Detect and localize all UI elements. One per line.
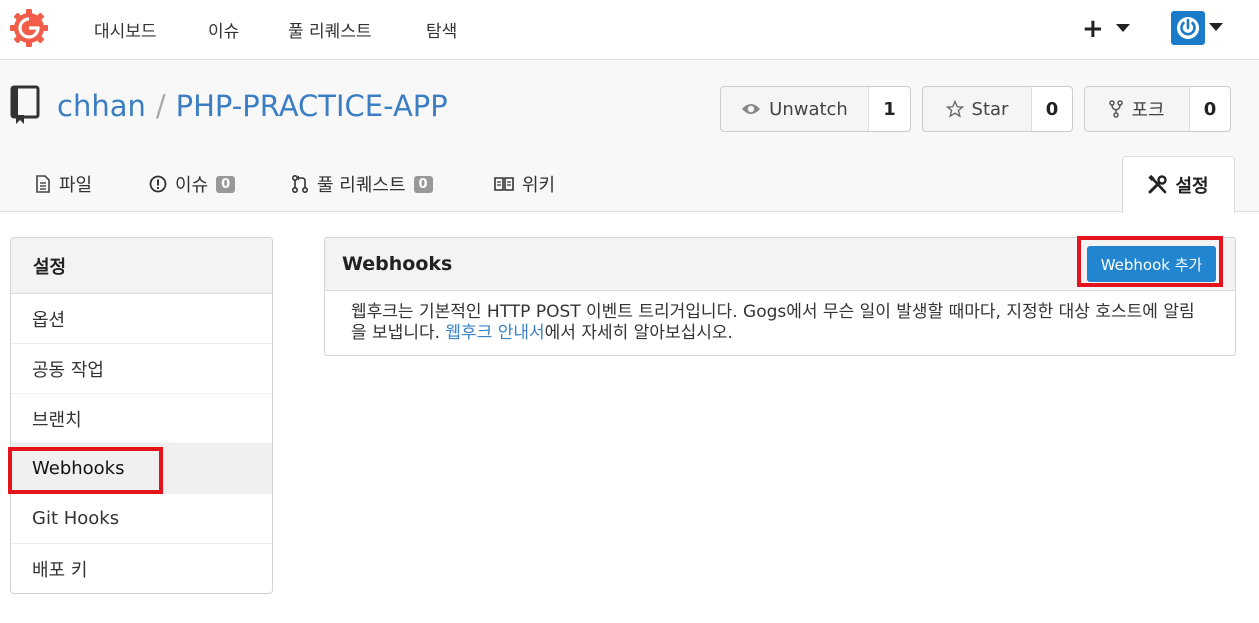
repo-book-icon [10, 85, 40, 124]
sidebar-item-deploy-keys[interactable]: 배포 키 [11, 544, 272, 594]
webhook-guide-link[interactable]: 웹후크 안내서 [445, 323, 544, 343]
star-label: Star [971, 98, 1009, 120]
issue-opened-icon [149, 175, 167, 193]
tab-pull-requests-label: 풀 리퀘스트 [317, 175, 406, 196]
panel-title: Webhooks [342, 253, 453, 275]
watch-button-group: Unwatch 1 [720, 86, 911, 132]
chevron-down-icon[interactable] [1116, 24, 1130, 32]
sidebar-item-options[interactable]: 옵션 [11, 294, 272, 344]
pulls-count-badge: 0 [413, 175, 433, 193]
tab-pull-requests[interactable]: 풀 리퀘스트 0 [291, 171, 433, 197]
path-separator: / [155, 89, 166, 123]
gogs-logo-icon[interactable] [10, 9, 48, 47]
nav-pull-requests[interactable]: 풀 리퀘스트 [288, 17, 372, 42]
sidebar-item-git-hooks[interactable]: Git Hooks [11, 494, 272, 544]
nav-issues[interactable]: 이슈 [208, 17, 239, 42]
webhooks-description: 웹후크는 기본적인 HTTP POST 이벤트 트리거입니다. Gogs에서 무… [325, 291, 1235, 344]
watch-count[interactable]: 1 [869, 87, 910, 131]
repo-owner-link[interactable]: chhan [57, 89, 146, 123]
tab-files-label: 파일 [59, 175, 93, 196]
fork-button[interactable]: 포크 [1085, 87, 1190, 131]
power-icon [1177, 17, 1199, 39]
avatar[interactable] [1171, 11, 1205, 45]
tab-settings-label: 설정 [1175, 176, 1209, 197]
issues-count-badge: 0 [216, 175, 236, 193]
create-new-menu[interactable]: + [1082, 14, 1104, 44]
fork-button-group: 포크 0 [1084, 86, 1231, 132]
watch-label: Unwatch [769, 98, 848, 120]
repo-title: chhan / PHP-PRACTICE-APP [57, 89, 448, 123]
watch-button[interactable]: Unwatch [721, 87, 869, 131]
tab-issues[interactable]: 이슈 0 [149, 171, 236, 197]
nav-explore[interactable]: 탐색 [426, 17, 457, 42]
fork-label: 포크 [1131, 100, 1165, 121]
repo-name-link[interactable]: PHP-PRACTICE-APP [176, 89, 448, 123]
eye-icon [742, 104, 761, 114]
top-navbar: 대시보드 이슈 풀 리퀘스트 탐색 + [0, 0, 1259, 60]
fork-count[interactable]: 0 [1190, 87, 1230, 131]
nav-dashboard[interactable]: 대시보드 [94, 17, 157, 42]
settings-sidebar: 설정 옵션 공동 작업 브랜치 Webhooks Git Hooks 배포 키 [10, 237, 273, 594]
sidebar-item-branches[interactable]: 브랜치 [11, 394, 272, 444]
sidebar-title: 설정 [11, 238, 272, 294]
description-text-end: 에서 자세히 알아보십시오. [544, 323, 733, 343]
star-button[interactable]: Star [923, 87, 1032, 131]
add-webhook-highlight-box [1077, 236, 1223, 287]
tab-files[interactable]: 파일 [35, 171, 92, 197]
book-open-icon [494, 177, 514, 191]
file-text-icon [36, 175, 50, 193]
star-icon [945, 100, 964, 118]
star-button-group: Star 0 [922, 86, 1073, 132]
star-count[interactable]: 0 [1032, 87, 1072, 131]
tab-wiki[interactable]: 위키 [494, 171, 555, 197]
tab-settings[interactable]: 설정 [1122, 156, 1235, 213]
tab-issues-label: 이슈 [175, 175, 209, 196]
repo-header: chhan / PHP-PRACTICE-APP Unwatch 1 Star 0 [0, 61, 1259, 213]
webhooks-highlight-box [8, 447, 163, 494]
fork-icon [1109, 100, 1124, 118]
tools-icon [1148, 175, 1168, 194]
sidebar-item-collaboration[interactable]: 공동 작업 [11, 344, 272, 394]
tab-wiki-label: 위키 [522, 175, 556, 196]
git-pull-request-icon [291, 174, 309, 194]
chevron-down-icon[interactable] [1209, 23, 1223, 31]
